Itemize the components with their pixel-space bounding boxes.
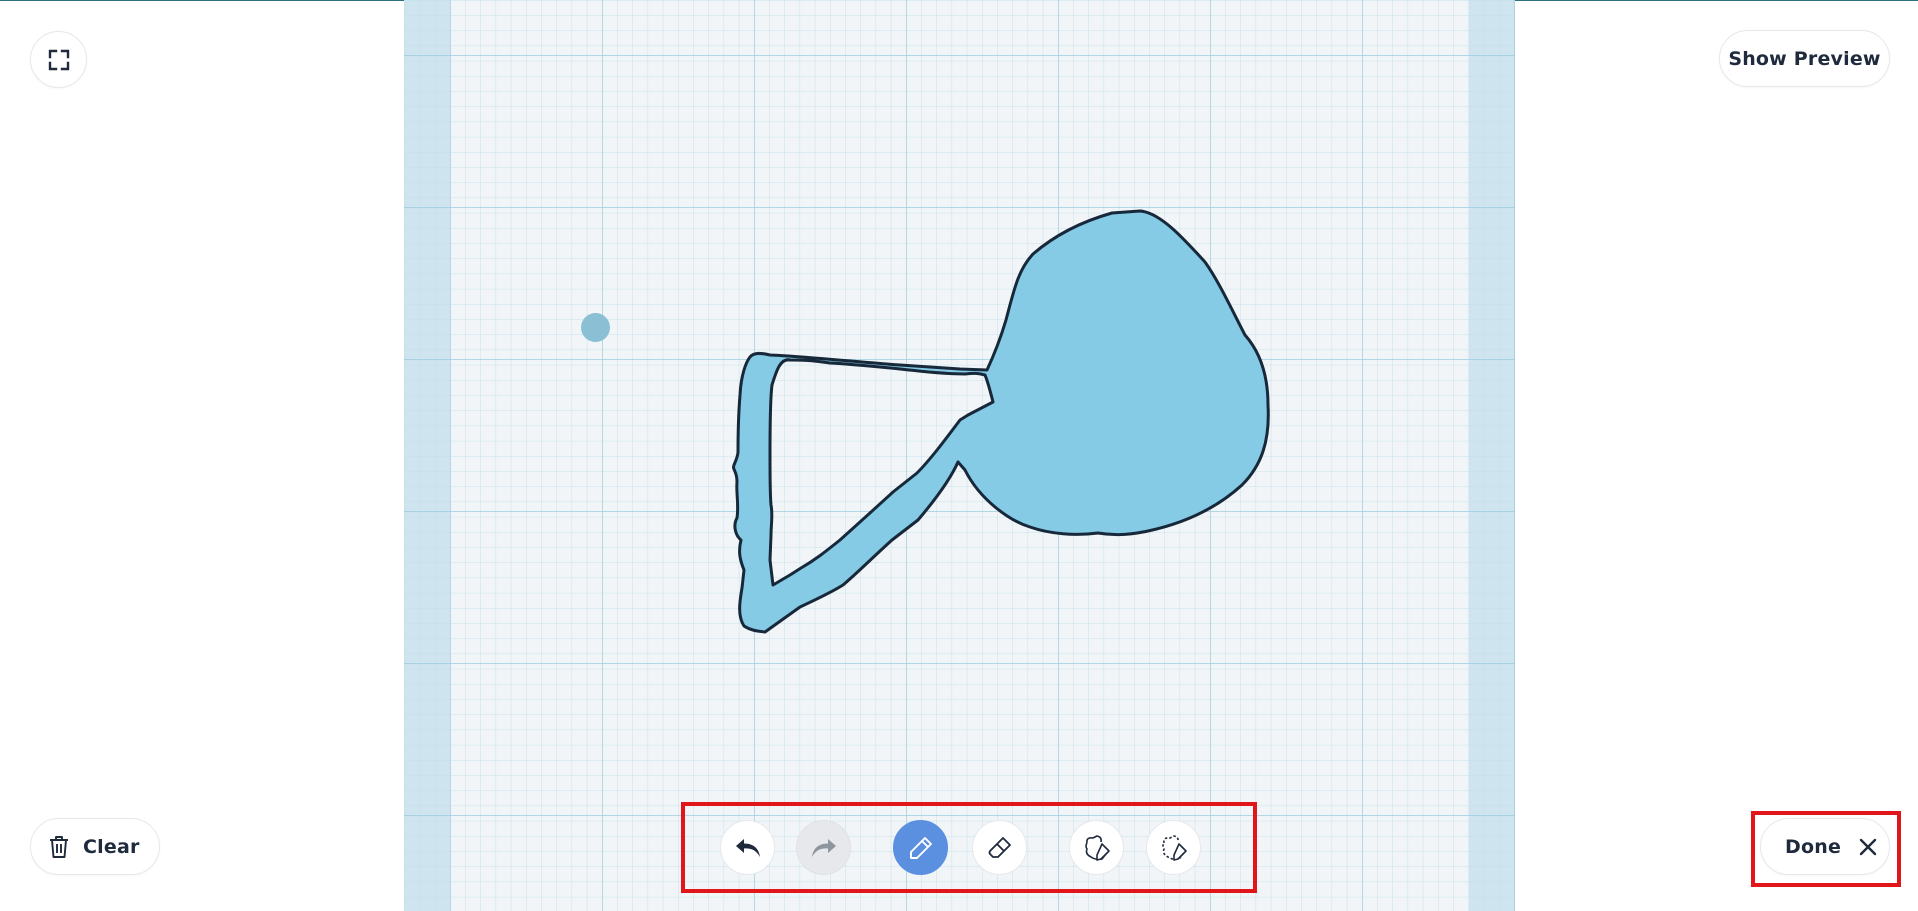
cursor-dot xyxy=(581,313,610,342)
pencil-icon xyxy=(909,836,932,859)
redo-icon xyxy=(811,838,836,857)
clear-label: Clear xyxy=(83,835,140,858)
trash-icon xyxy=(50,835,68,858)
add-shape-tool-button[interactable] xyxy=(1069,820,1124,875)
eraser-icon xyxy=(988,836,1011,858)
sketch-editor: Show Preview Clear Done xyxy=(0,0,1918,911)
drawing-canvas[interactable] xyxy=(404,0,1515,911)
close-icon xyxy=(1859,838,1877,855)
fullscreen-expand-icon xyxy=(48,49,69,70)
redo-button[interactable] xyxy=(796,820,851,875)
undo-icon xyxy=(735,838,760,857)
show-preview-label: Show Preview xyxy=(1728,47,1881,70)
cut-shape-pencil-icon xyxy=(1161,834,1187,861)
pencil-tool-button[interactable] xyxy=(893,820,948,875)
add-shape-pencil-icon xyxy=(1084,834,1110,861)
undo-button[interactable] xyxy=(720,820,775,875)
grid-and-shape xyxy=(404,0,1515,911)
eraser-tool-button[interactable] xyxy=(972,820,1027,875)
fullscreen-button[interactable] xyxy=(30,31,87,88)
show-preview-button[interactable]: Show Preview xyxy=(1719,30,1890,87)
cut-shape-tool-button[interactable] xyxy=(1146,820,1201,875)
done-button[interactable]: Done xyxy=(1760,818,1890,875)
clear-button[interactable]: Clear xyxy=(30,818,160,875)
done-label: Done xyxy=(1785,835,1842,858)
